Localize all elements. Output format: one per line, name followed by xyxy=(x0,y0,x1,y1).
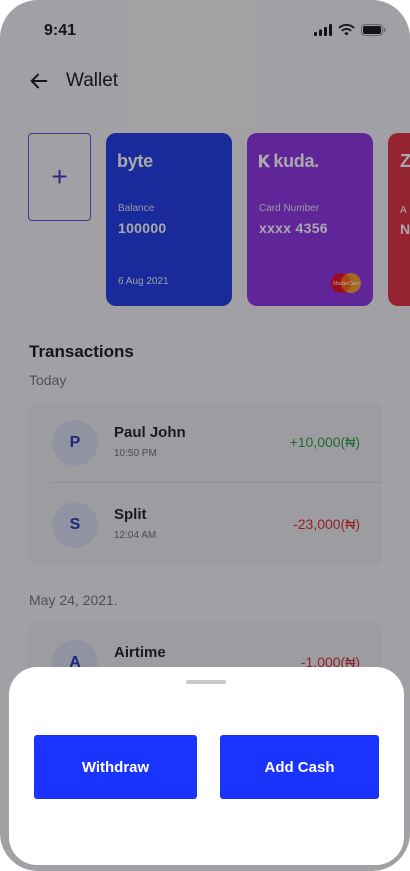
phone-screen: 9:41 Wallet + byte Balance 100000 6 Aug … xyxy=(0,0,410,871)
bottom-sheet: Withdraw Add Cash xyxy=(9,667,404,865)
add-cash-button[interactable]: Add Cash xyxy=(220,735,379,799)
withdraw-button[interactable]: Withdraw xyxy=(34,735,197,799)
sheet-grab-handle[interactable] xyxy=(186,680,226,684)
